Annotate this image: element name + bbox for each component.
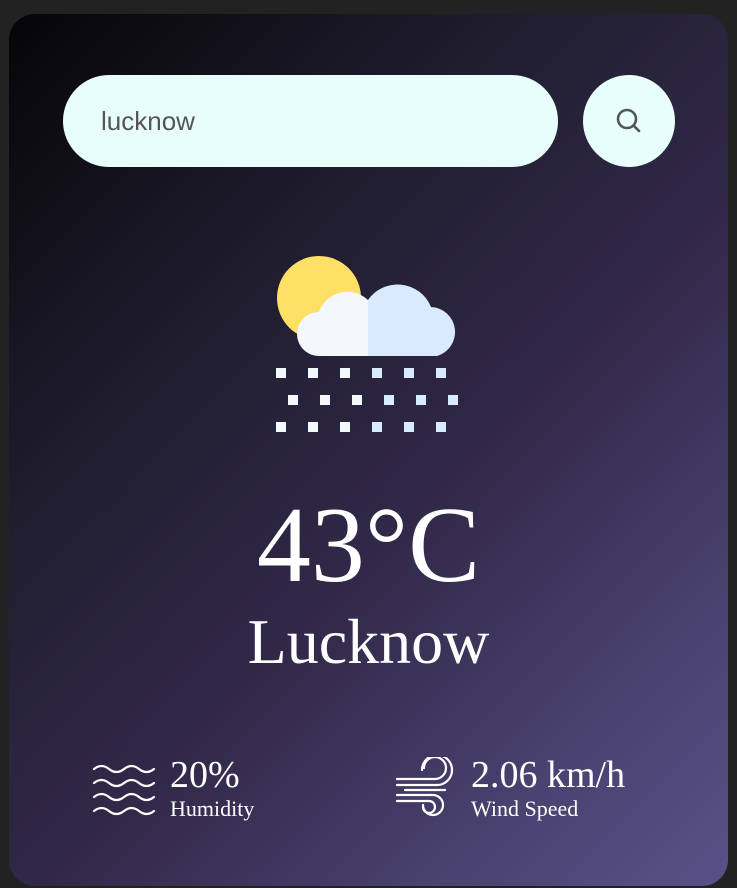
temperature: 43°C — [256, 486, 481, 605]
snow-cloud-sun-icon — [276, 256, 458, 432]
humidity-stat: 20% Humidity — [92, 754, 255, 822]
wind-icon — [395, 757, 454, 817]
weather-card: 43°C Lucknow 20% Humidity — [9, 14, 728, 886]
wind-speed-label: Wind Speed — [471, 795, 579, 821]
search-icon — [616, 108, 641, 133]
wind-speed-value: 2.06 km/h — [471, 754, 626, 796]
humidity-waves-icon — [92, 765, 156, 816]
humidity-value: 20% — [170, 754, 240, 796]
search-button[interactable] — [583, 75, 675, 167]
wind-stat: 2.06 km/h Wind Speed — [393, 754, 626, 822]
humidity-label: Humidity — [170, 795, 255, 821]
city-name: Lucknow — [247, 606, 490, 677]
search-input[interactable] — [63, 75, 558, 167]
